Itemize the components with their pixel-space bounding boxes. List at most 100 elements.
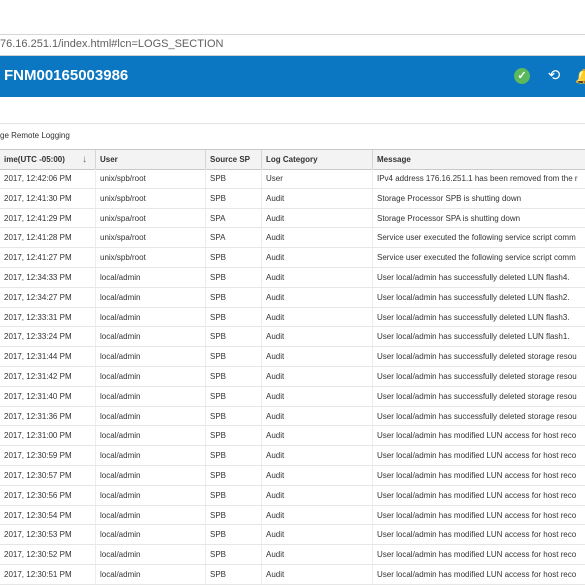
cell-source-sp: SPB: [206, 347, 262, 367]
history-icon[interactable]: ⟲: [545, 67, 563, 85]
table-row[interactable]: 2017, 12:30:54 PM local/admin SPB Audit User…: [0, 505, 585, 526]
table-row[interactable]: 2017, 12:42:06 PM unix/spb/root SPB User IPv…: [0, 169, 585, 189]
table-row[interactable]: 2017, 12:33:24 PM local/admin SPB Audit User…: [0, 327, 585, 348]
table-row[interactable]: 2017, 12:31:44 PM local/admin SPB Audit User…: [0, 347, 585, 367]
cell-source-sp: SPB: [206, 287, 262, 307]
cell-message: User local/admin has modified LUN access…: [377, 490, 577, 500]
cell-user: unix/spb/root: [96, 248, 206, 268]
cell-source-sp: SPB: [206, 327, 262, 347]
cell-source-sp: SPB: [206, 565, 262, 584]
cell-log-category: Audit: [262, 426, 373, 446]
cell-source-sp: SPB: [206, 505, 262, 525]
cell-message: User local/admin has successfully delete…: [377, 292, 570, 302]
table-row[interactable]: 2017, 12:30:51 PM local/admin SPB Audit User…: [0, 565, 585, 585]
table-row[interactable]: 2017, 12:34:27 PM local/admin SPB Audit User…: [0, 287, 585, 308]
column-header-label: ime(UTC -05:00): [4, 155, 65, 164]
cell-source-sp: SPB: [206, 367, 262, 386]
cell-user: unix/spb/root: [96, 188, 206, 208]
cell-user: unix/spb/root: [96, 169, 206, 188]
cell-time: 2017, 12:34:27 PM: [0, 287, 96, 307]
cell-time: 2017, 12:31:44 PM: [0, 347, 96, 367]
cell-time: 2017, 12:33:31 PM: [0, 307, 96, 327]
table-row[interactable]: 2017, 12:30:53 PM local/admin SPB Audit User…: [0, 525, 585, 546]
cell-time: 2017, 12:41:28 PM: [0, 228, 96, 248]
cell-log-category: Audit: [262, 406, 373, 426]
cell-time: 2017, 12:33:24 PM: [0, 327, 96, 347]
cell-message: User local/admin has modified LUN access…: [377, 431, 577, 441]
column-header-user[interactable]: User: [96, 150, 206, 169]
cell-log-category: Audit: [262, 386, 373, 406]
cell-user: local/admin: [96, 505, 206, 525]
cell-message: User local/admin has modified LUN access…: [377, 550, 577, 560]
cell-source-sp: SPB: [206, 466, 262, 485]
table-row[interactable]: 2017, 12:31:00 PM local/admin SPB Audit User…: [0, 426, 585, 447]
column-header-time[interactable]: ime(UTC -05:00) ↓: [0, 150, 96, 169]
cell-source-sp: SPB: [206, 386, 262, 406]
table-row[interactable]: 2017, 12:31:36 PM local/admin SPB Audit User…: [0, 406, 585, 427]
cell-log-category: Audit: [262, 327, 373, 347]
cell-time: 2017, 12:31:42 PM: [0, 367, 96, 386]
sub-toolbar: [0, 97, 585, 124]
sort-down-icon[interactable]: ↓: [82, 150, 87, 169]
check-circle-icon[interactable]: ✓: [514, 68, 530, 84]
cell-user: local/admin: [96, 545, 206, 565]
cell-message: User local/admin has successfully delete…: [377, 352, 577, 362]
address-bar[interactable]: 76.16.251.1/index.html#lcn=LOGS_SECTION: [0, 35, 585, 56]
table-row[interactable]: 2017, 12:41:30 PM unix/spb/root SPB Audit St…: [0, 188, 585, 209]
table-row[interactable]: 2017, 12:33:31 PM local/admin SPB Audit User…: [0, 307, 585, 328]
cell-time: 2017, 12:30:56 PM: [0, 485, 96, 505]
cell-message: User local/admin has successfully delete…: [377, 372, 577, 381]
column-header-log-category[interactable]: Log Category: [262, 150, 373, 169]
cell-log-category: Audit: [262, 248, 373, 268]
bell-icon[interactable]: 🔔: [575, 67, 585, 85]
cell-time: 2017, 12:41:30 PM: [0, 188, 96, 208]
table-row[interactable]: 2017, 12:41:29 PM unix/spa/root SPA Audit St…: [0, 208, 585, 229]
cell-time: 2017, 12:41:29 PM: [0, 208, 96, 228]
cell-message: User local/admin has successfully delete…: [377, 411, 577, 421]
table-row[interactable]: 2017, 12:30:57 PM local/admin SPB Audit User…: [0, 466, 585, 486]
cell-message: User local/admin has modified LUN access…: [377, 570, 577, 579]
cell-log-category: Audit: [262, 505, 373, 525]
cell-time: 2017, 12:31:36 PM: [0, 406, 96, 426]
cell-log-category: Audit: [262, 268, 373, 287]
column-header-message[interactable]: Message: [373, 150, 585, 169]
cell-user: local/admin: [96, 268, 206, 287]
cell-log-category: Audit: [262, 466, 373, 485]
cell-log-category: Audit: [262, 188, 373, 208]
url-text[interactable]: 76.16.251.1/index.html#lcn=LOGS_SECTION: [0, 38, 223, 50]
cell-time: 2017, 12:30:53 PM: [0, 525, 96, 545]
cell-user: unix/spa/root: [96, 208, 206, 228]
table-row[interactable]: 2017, 12:30:52 PM local/admin SPB Audit User…: [0, 545, 585, 565]
system-name: FNM00165003986: [4, 67, 129, 84]
cell-user: local/admin: [96, 485, 206, 505]
table-row[interactable]: 2017, 12:41:28 PM unix/spa/root SPA Audit Se…: [0, 228, 585, 249]
cell-message: Service user executed the following serv…: [377, 253, 576, 263]
cell-time: 2017, 12:30:59 PM: [0, 446, 96, 466]
cell-log-category: Audit: [262, 347, 373, 367]
table-row[interactable]: 2017, 12:31:40 PM local/admin SPB Audit User…: [0, 386, 585, 407]
cell-time: 2017, 12:30:51 PM: [0, 565, 96, 584]
column-header-source-sp[interactable]: Source SP: [206, 150, 262, 169]
cell-user: local/admin: [96, 565, 206, 584]
cell-time: 2017, 12:34:33 PM: [0, 268, 96, 287]
cell-log-category: User: [262, 169, 373, 188]
browser-top-strip: [0, 0, 585, 35]
cell-log-category: Audit: [262, 545, 373, 565]
table-header: ime(UTC -05:00) ↓ User Source SP Log Cat…: [0, 149, 585, 170]
table-row[interactable]: 2017, 12:41:27 PM unix/spb/root SPB Audit Se…: [0, 248, 585, 268]
cell-user: local/admin: [96, 466, 206, 485]
table-row[interactable]: 2017, 12:34:33 PM local/admin SPB Audit User…: [0, 268, 585, 288]
cell-time: 2017, 12:31:00 PM: [0, 426, 96, 446]
table-row[interactable]: 2017, 12:30:59 PM local/admin SPB Audit User…: [0, 446, 585, 466]
table-row[interactable]: 2017, 12:30:56 PM local/admin SPB Audit User…: [0, 485, 585, 506]
cell-user: local/admin: [96, 367, 206, 386]
manage-remote-logging-link[interactable]: ge Remote Logging: [0, 131, 70, 140]
cell-message: Storage Processor SPA is shutting down: [377, 213, 521, 223]
cell-log-category: Audit: [262, 208, 373, 228]
cell-source-sp: SPB: [206, 406, 262, 426]
table-row[interactable]: 2017, 12:31:42 PM local/admin SPB Audit User…: [0, 367, 585, 387]
cell-user: local/admin: [96, 446, 206, 466]
cell-user: local/admin: [96, 426, 206, 446]
cell-source-sp: SPB: [206, 545, 262, 565]
cell-log-category: Audit: [262, 446, 373, 466]
